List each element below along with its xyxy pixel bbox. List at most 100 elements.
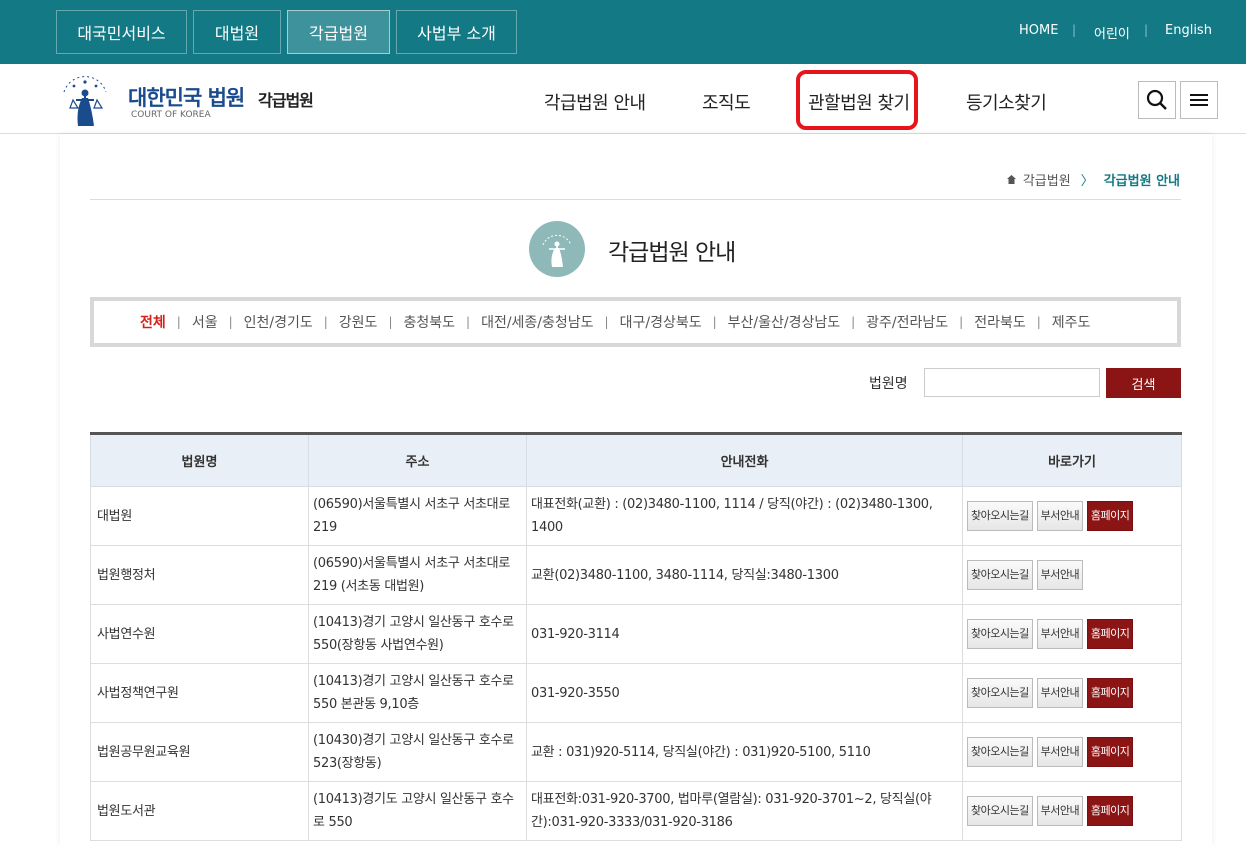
- dept-info-button[interactable]: 부서안내: [1036, 796, 1084, 826]
- logo-title[interactable]: 대한민국 법원: [128, 82, 245, 112]
- court-emblem-icon[interactable]: [56, 70, 114, 128]
- homepage-button[interactable]: 홈페이지: [1086, 796, 1134, 826]
- english-link[interactable]: English: [1165, 23, 1212, 38]
- court-name: 사법정책연구원: [90, 663, 309, 723]
- region-seoul[interactable]: 서울: [192, 312, 218, 332]
- kids-link[interactable]: 어린이: [1094, 23, 1130, 42]
- divider: [90, 199, 1181, 200]
- highlight-box: [796, 70, 918, 130]
- homepage-button[interactable]: 홈페이지: [1086, 501, 1134, 531]
- region-divider: |: [323, 315, 328, 329]
- util-divider: |: [1144, 23, 1149, 37]
- region-divider: |: [1036, 315, 1041, 329]
- region-divider: |: [176, 315, 181, 329]
- court-name: 법원도서관: [90, 781, 309, 841]
- shortcut-cell: 찾아오시는길 부서안내 홈페이지: [962, 663, 1182, 723]
- search-button[interactable]: [1138, 81, 1176, 119]
- homepage-button[interactable]: 홈페이지: [1086, 619, 1134, 649]
- nav-courts-info[interactable]: 각급법원 안내: [544, 89, 646, 115]
- column-header-phone: 안내전화: [526, 433, 963, 487]
- court-name: 법원행정처: [90, 545, 309, 605]
- directions-button[interactable]: 찾아오시는길: [967, 560, 1033, 590]
- breadcrumb-separator: 〉: [1080, 174, 1094, 189]
- region-chungbuk[interactable]: 충청북도: [403, 312, 455, 332]
- breadcrumb: 각급법원 〉 각급법원 안내: [1006, 170, 1180, 189]
- region-gangwon[interactable]: 강원도: [339, 312, 378, 332]
- table-row: 법원도서관 (10413)경기도 고양시 일산동구 호수로 550 대표전화:0…: [90, 781, 1182, 841]
- page-title: 각급법원 안내: [608, 240, 736, 266]
- tab-judiciary-intro[interactable]: 사법부 소개: [396, 10, 517, 54]
- region-divider: |: [959, 315, 964, 329]
- region-filter: 전체 | 서울 | 인천/경기도 | 강원도 | 충청북도 | 대전/세종/충청…: [90, 297, 1181, 347]
- shortcut-cell: 찾아오시는길 부서안내: [962, 545, 1182, 605]
- region-busan-ulsan-gyeongnam[interactable]: 부산/울산/경상남도: [728, 312, 840, 332]
- region-divider: |: [466, 315, 471, 329]
- table-row: 사법연수원 (10413)경기 고양시 일산동구 호수로 550(장항동 사법연…: [90, 604, 1182, 664]
- region-all[interactable]: 전체: [140, 312, 166, 332]
- region-jeonbuk[interactable]: 전라북도: [974, 312, 1026, 332]
- logo-subtitle: 각급법원: [258, 91, 314, 110]
- tab-public-service[interactable]: 대국민서비스: [56, 10, 187, 54]
- court-phone: 대표전화(교환) : (02)3480-1100, 1114 / 당직(야간) …: [526, 486, 963, 546]
- region-incheon-gyeonggi[interactable]: 인천/경기도: [244, 312, 313, 332]
- court-name: 사법연수원: [90, 604, 309, 664]
- tab-supreme-court[interactable]: 대법원: [193, 10, 281, 54]
- shortcut-cell: 찾아오시는길 부서안내 홈페이지: [962, 781, 1182, 841]
- region-divider: |: [228, 315, 233, 329]
- court-name-label: 법원명: [869, 376, 908, 392]
- logo-english: COURT OF KOREA: [131, 110, 211, 120]
- region-daegu-gyeongbuk[interactable]: 대구/경상북도: [620, 312, 702, 332]
- region-jeju[interactable]: 제주도: [1052, 312, 1091, 332]
- directions-button[interactable]: 찾아오시는길: [967, 501, 1033, 531]
- region-gwangju-jeonnam[interactable]: 광주/전라남도: [866, 312, 948, 332]
- directions-button[interactable]: 찾아오시는길: [967, 619, 1033, 649]
- table-row: 법원행정처 (06590)서울특별시 서초구 서초대로 219 (서초동 대법원…: [90, 545, 1182, 605]
- home-link[interactable]: HOME: [1019, 23, 1058, 38]
- search-icon: [1146, 89, 1167, 110]
- region-divider: |: [712, 315, 717, 329]
- dept-info-button[interactable]: 부서안내: [1036, 737, 1084, 767]
- court-name-input[interactable]: [924, 368, 1100, 397]
- directions-button[interactable]: 찾아오시는길: [967, 678, 1033, 708]
- column-header-name: 법원명: [90, 433, 309, 487]
- table-row: 사법정책연구원 (10413)경기 고양시 일산동구 호수로 550 본관동 9…: [90, 663, 1182, 723]
- column-header-shortcuts: 바로가기: [962, 433, 1182, 487]
- court-address: (06590)서울특별시 서초구 서초대로 219 (서초동 대법원): [308, 545, 527, 605]
- menu-button[interactable]: [1180, 81, 1218, 119]
- tab-courts[interactable]: 각급법원: [287, 10, 390, 54]
- court-address: (10413)경기도 고양시 일산동구 호수로 550: [308, 781, 527, 841]
- region-daejeon-sejong-chungnam[interactable]: 대전/세종/충청남도: [481, 312, 593, 332]
- shortcut-cell: 찾아오시는길 부서안내 홈페이지: [962, 604, 1182, 664]
- breadcrumb-home[interactable]: 각급법원: [1023, 170, 1071, 189]
- court-name: 대법원: [90, 486, 309, 546]
- shortcut-cell: 찾아오시는길 부서안내 홈페이지: [962, 486, 1182, 546]
- nav-org-chart[interactable]: 조직도: [702, 89, 751, 115]
- dept-info-button[interactable]: 부서안내: [1036, 619, 1084, 649]
- court-phone: 031-920-3114: [526, 604, 963, 664]
- shortcut-cell: 찾아오시는길 부서안내 홈페이지: [962, 722, 1182, 782]
- directions-button[interactable]: 찾아오시는길: [967, 737, 1033, 767]
- homepage-button[interactable]: 홈페이지: [1086, 737, 1134, 767]
- dept-info-button[interactable]: 부서안내: [1036, 560, 1084, 590]
- top-utility-bar: 대국민서비스 대법원 각급법원 사법부 소개 HOME | 어린이 | Engl…: [0, 0, 1246, 64]
- dept-info-button[interactable]: 부서안내: [1036, 678, 1084, 708]
- court-address: (06590)서울특별시 서초구 서초대로 219: [308, 486, 527, 546]
- table-header-row: 법원명 주소 안내전화 바로가기: [90, 433, 1182, 487]
- court-address: (10430)경기 고양시 일산동구 호수로 523(장항동): [308, 722, 527, 782]
- court-address: (10413)경기 고양시 일산동구 호수로 550 본관동 9,10층: [308, 663, 527, 723]
- breadcrumb-current: 각급법원 안내: [1103, 174, 1180, 189]
- util-divider: |: [1072, 23, 1077, 37]
- directions-button[interactable]: 찾아오시는길: [967, 796, 1033, 826]
- dept-info-button[interactable]: 부서안내: [1036, 501, 1084, 531]
- search-submit-button[interactable]: 검색: [1106, 368, 1181, 398]
- nav-find-registry[interactable]: 등기소찾기: [966, 89, 1047, 115]
- home-icon: [1006, 175, 1016, 184]
- court-phone: 교환(02)3480-1100, 3480-1114, 당직실:3480-130…: [526, 545, 963, 605]
- page-emblem-icon: [529, 221, 585, 277]
- column-header-address: 주소: [308, 433, 527, 487]
- region-divider: |: [851, 315, 856, 329]
- table-row: 대법원 (06590)서울특별시 서초구 서초대로 219 대표전화(교환) :…: [90, 486, 1182, 546]
- court-phone: 대표전화:031-920-3700, 법마루(열람실): 031-920-370…: [526, 781, 963, 841]
- homepage-button[interactable]: 홈페이지: [1086, 678, 1134, 708]
- region-divider: |: [604, 315, 609, 329]
